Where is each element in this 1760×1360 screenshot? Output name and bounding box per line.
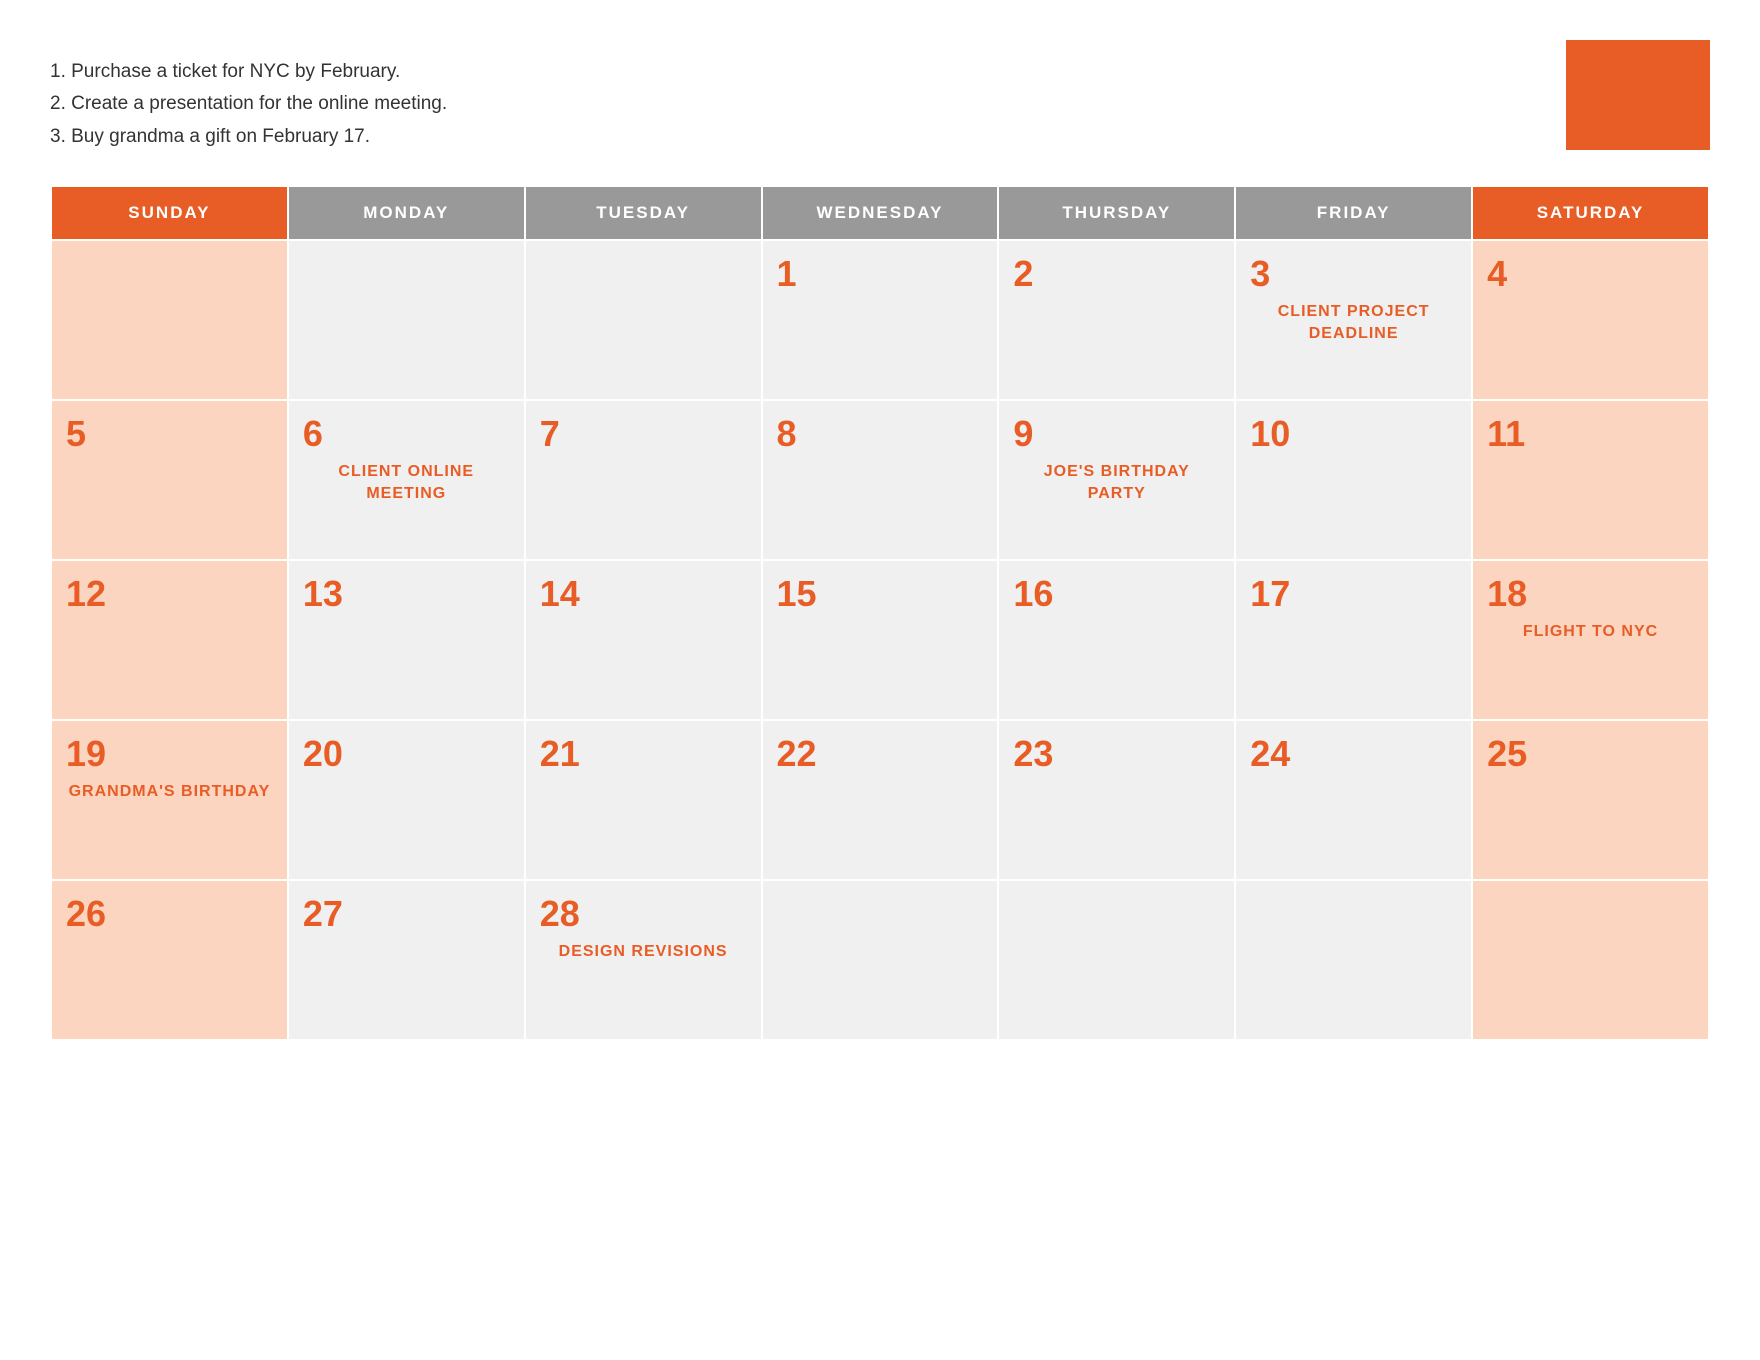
calendar: SUNDAYMONDAYTUESDAYWEDNESDAYTHURSDAYFRID… (50, 185, 1710, 1041)
calendar-cell: 17 (1235, 560, 1472, 720)
calendar-header: SUNDAYMONDAYTUESDAYWEDNESDAYTHURSDAYFRID… (51, 186, 1709, 240)
day-number: 8 (777, 413, 984, 455)
calendar-cell: 1 (762, 240, 999, 400)
calendar-cell: 13 (288, 560, 525, 720)
event-label: GRANDMA'S BIRTHDAY (66, 781, 273, 803)
day-number: 9 (1013, 413, 1220, 455)
day-number: 19 (66, 733, 273, 775)
calendar-cell (525, 240, 762, 400)
top-section: 1. Purchase a ticket for NYC by February… (50, 40, 1710, 153)
day-number: 14 (540, 573, 747, 615)
weekday-header: TUESDAY (525, 186, 762, 240)
weekday-header: SUNDAY (51, 186, 288, 240)
day-number: 6 (303, 413, 510, 455)
day-number: 22 (777, 733, 984, 775)
day-number: 7 (540, 413, 747, 455)
day-number: 2 (1013, 253, 1220, 295)
day-number: 17 (1250, 573, 1457, 615)
calendar-cell: 3 CLIENT PROJECT DEADLINE (1235, 240, 1472, 400)
calendar-cell: 28 DESIGN REVISIONS (525, 880, 762, 1040)
day-number: 21 (540, 733, 747, 775)
calendar-cell: 26 (51, 880, 288, 1040)
calendar-cell: 23 (998, 720, 1235, 880)
calendar-cell: 5 (51, 400, 288, 560)
calendar-cell: 2 (998, 240, 1235, 400)
day-number: 20 (303, 733, 510, 775)
event-label: CLIENT ONLINE MEETING (303, 461, 510, 506)
month-header (1566, 40, 1710, 150)
calendar-cell (998, 880, 1235, 1040)
day-number: 5 (66, 413, 273, 455)
note-item: 3. Buy grandma a gift on February 17. (50, 121, 1526, 153)
day-number: 27 (303, 893, 510, 935)
day-number: 13 (303, 573, 510, 615)
weekday-row: SUNDAYMONDAYTUESDAYWEDNESDAYTHURSDAYFRID… (51, 186, 1709, 240)
event-label: DESIGN REVISIONS (540, 941, 747, 963)
year-label (1566, 40, 1590, 150)
event-label: FLIGHT TO NYC (1487, 621, 1694, 643)
weekday-header: THURSDAY (998, 186, 1235, 240)
calendar-cell: 18 FLIGHT TO NYC (1472, 560, 1709, 720)
day-number: 26 (66, 893, 273, 935)
calendar-cell (1235, 880, 1472, 1040)
calendar-week-row: 19 GRANDMA'S BIRTHDAY 20 21 22 23 24 25 (51, 720, 1709, 880)
calendar-cell: 21 (525, 720, 762, 880)
day-number: 18 (1487, 573, 1694, 615)
day-number: 25 (1487, 733, 1694, 775)
calendar-cell (1472, 880, 1709, 1040)
calendar-week-row: 56 CLIENT ONLINE MEETING 789 JOE'S BIRTHDAY… (51, 400, 1709, 560)
calendar-week-row: 12 13 14 15 16 17 18 FLIGHT TO NYC (51, 560, 1709, 720)
weekday-header: SATURDAY (1472, 186, 1709, 240)
weekday-header: MONDAY (288, 186, 525, 240)
event-label: JOE'S BIRTHDAY PARTY (1013, 461, 1220, 506)
weekday-header: WEDNESDAY (762, 186, 999, 240)
calendar-week-row: 26 27 28 DESIGN REVISIONS (51, 880, 1709, 1040)
day-number: 15 (777, 573, 984, 615)
day-number: 16 (1013, 573, 1220, 615)
day-number: 11 (1487, 413, 1694, 455)
calendar-cell: 19 GRANDMA'S BIRTHDAY (51, 720, 288, 880)
month-label (1590, 40, 1710, 150)
notes-section: 1. Purchase a ticket for NYC by February… (50, 40, 1526, 153)
calendar-cell (762, 880, 999, 1040)
notes-list: 1. Purchase a ticket for NYC by February… (50, 56, 1526, 153)
calendar-cell: 6 CLIENT ONLINE MEETING (288, 400, 525, 560)
calendar-cell: 9 JOE'S BIRTHDAY PARTY (998, 400, 1235, 560)
calendar-cell: 7 (525, 400, 762, 560)
calendar-cell: 11 (1472, 400, 1709, 560)
calendar-cell: 16 (998, 560, 1235, 720)
note-item: 1. Purchase a ticket for NYC by February… (50, 56, 1526, 88)
calendar-cell: 8 (762, 400, 999, 560)
weekday-header: FRIDAY (1235, 186, 1472, 240)
day-number: 4 (1487, 253, 1694, 295)
calendar-week-row: 123 CLIENT PROJECT DEADLINE 4 (51, 240, 1709, 400)
day-number: 28 (540, 893, 747, 935)
day-number: 24 (1250, 733, 1457, 775)
day-number: 10 (1250, 413, 1457, 455)
calendar-cell: 20 (288, 720, 525, 880)
day-number: 1 (777, 253, 984, 295)
calendar-cell (288, 240, 525, 400)
calendar-cell: 22 (762, 720, 999, 880)
calendar-cell (51, 240, 288, 400)
note-item: 2. Create a presentation for the online … (50, 88, 1526, 120)
calendar-cell: 27 (288, 880, 525, 1040)
calendar-cell: 10 (1235, 400, 1472, 560)
calendar-cell: 12 (51, 560, 288, 720)
event-label: CLIENT PROJECT DEADLINE (1250, 301, 1457, 346)
day-number: 23 (1013, 733, 1220, 775)
calendar-cell: 25 (1472, 720, 1709, 880)
day-number: 3 (1250, 253, 1457, 295)
calendar-cell: 14 (525, 560, 762, 720)
calendar-body: 123CLIENT PROJECT DEADLINE456CLIENT ONLI… (51, 240, 1709, 1040)
calendar-cell: 24 (1235, 720, 1472, 880)
calendar-cell: 15 (762, 560, 999, 720)
calendar-cell: 4 (1472, 240, 1709, 400)
day-number: 12 (66, 573, 273, 615)
